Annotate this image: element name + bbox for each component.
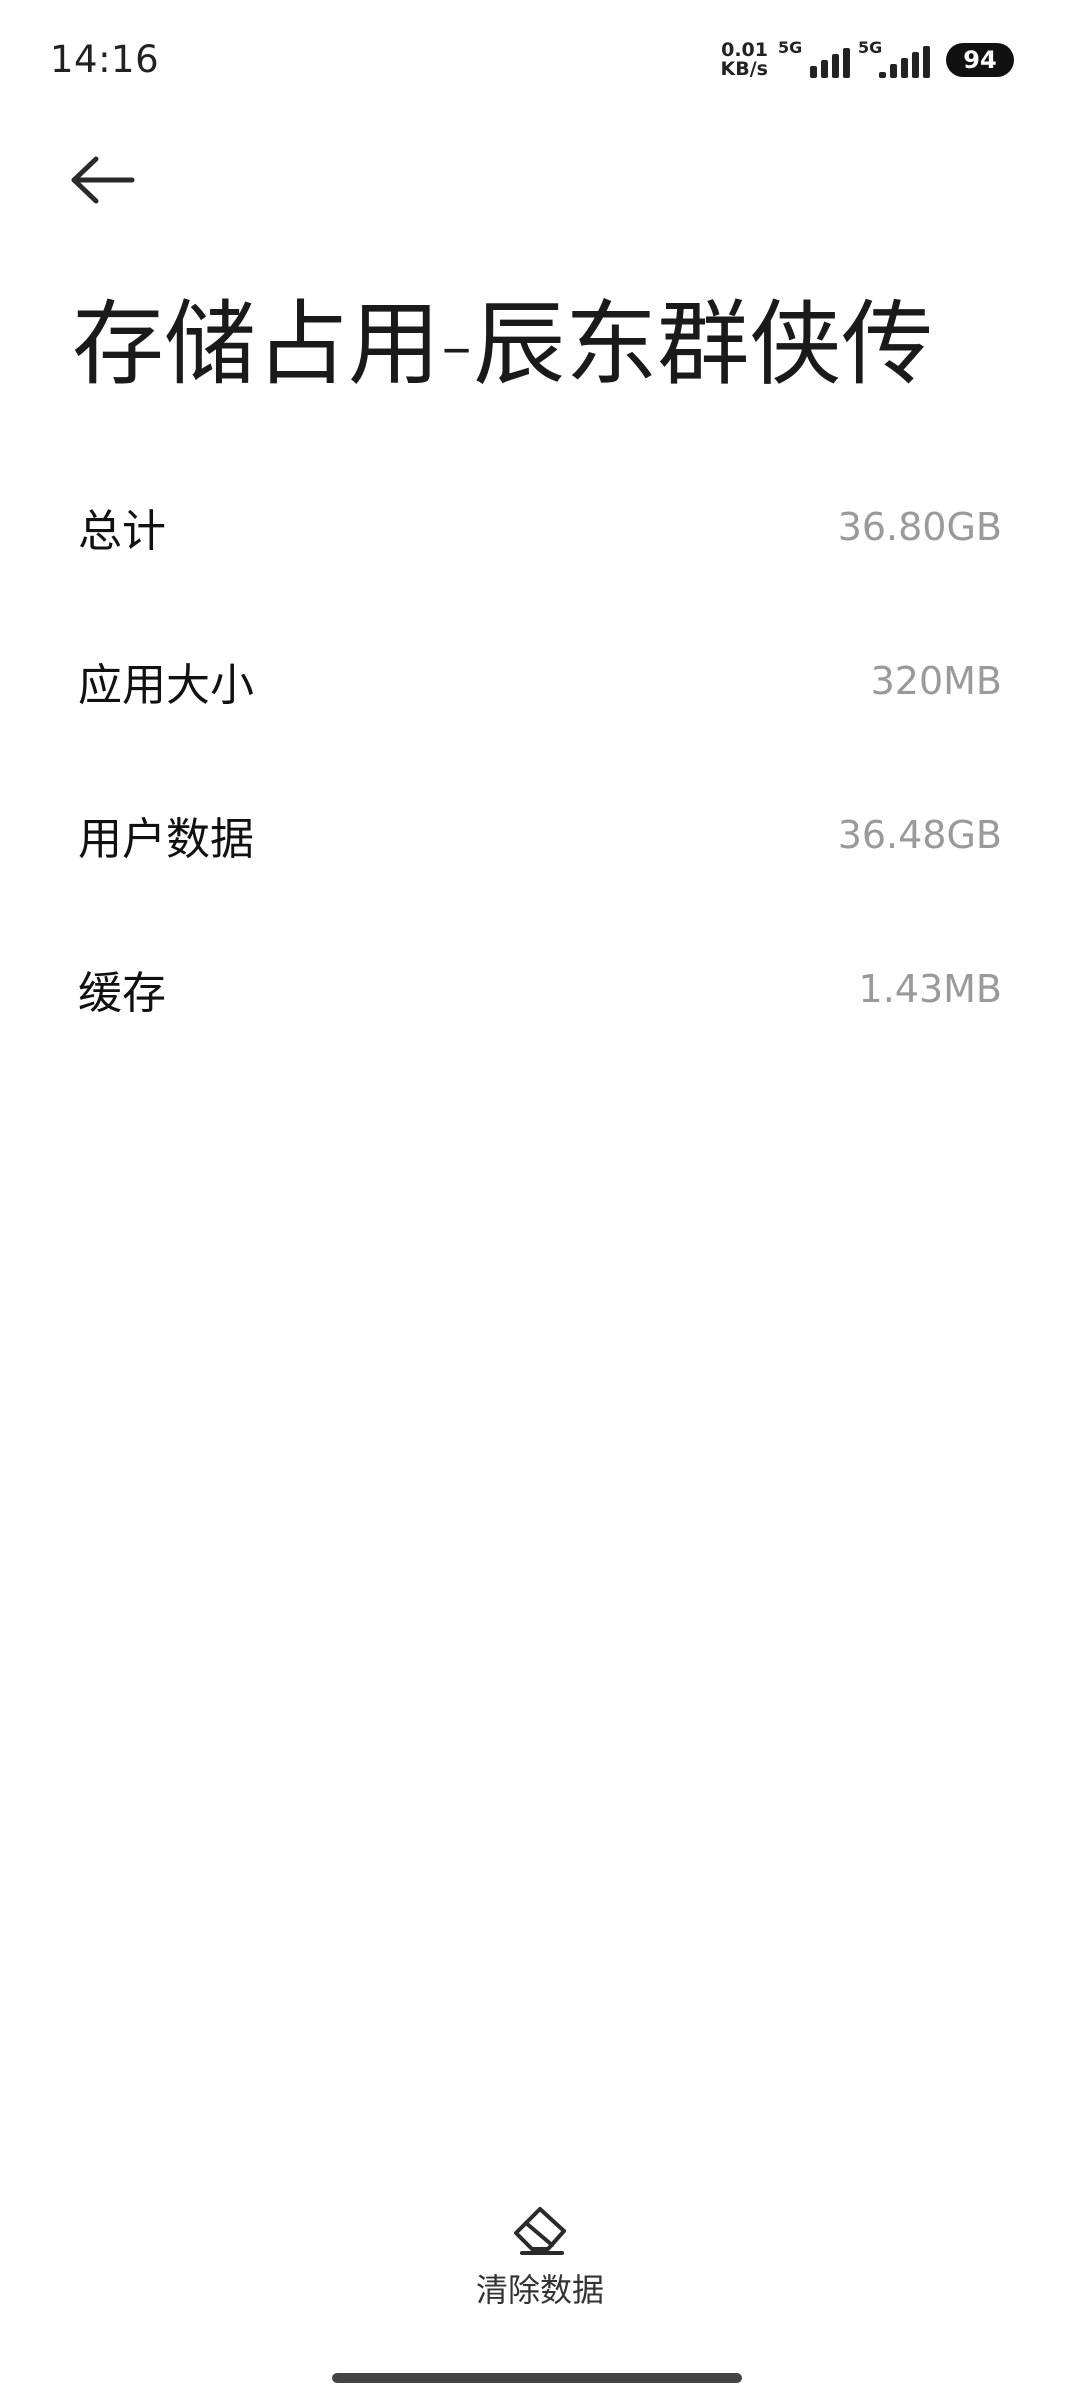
arrow-left-icon — [71, 156, 135, 204]
storage-row-value: 320MB — [870, 659, 1002, 703]
storage-row-cache: 缓存 1.43MB — [78, 912, 1002, 1066]
battery-indicator: 94 — [946, 43, 1014, 77]
storage-row-app-size: 应用大小 320MB — [78, 604, 1002, 758]
storage-row-value: 36.80GB — [837, 505, 1002, 549]
clear-data-label: 清除数据 — [475, 2271, 604, 2309]
status-icons: 0.01 KB/s 5G 5G 94 — [721, 38, 1014, 80]
eraser-icon — [514, 2207, 566, 2255]
storage-row-label: 应用大小 — [78, 660, 254, 711]
storage-row-total: 总计 36.80GB — [78, 450, 1002, 604]
storage-list: 总计 36.80GB 应用大小 320MB 用户数据 36.48GB 缓存 1.… — [78, 450, 1002, 1066]
sim1-signal-icon: 5G — [778, 38, 850, 80]
sim2-signal-icon: 5G — [858, 38, 930, 80]
storage-row-label: 用户数据 — [78, 814, 254, 865]
storage-row-value: 1.43MB — [858, 967, 1002, 1011]
storage-row-value: 36.48GB — [837, 813, 1002, 857]
status-time: 14:16 — [50, 38, 160, 81]
page-title: 存储占用-辰东群侠传 — [72, 291, 934, 398]
network-speed: 0.01 KB/s — [721, 41, 768, 79]
back-button[interactable] — [70, 150, 150, 210]
storage-usage-screen: 14:16 0.01 KB/s 5G 5G 94 存储占用-辰东群侠传 总计 3… — [0, 0, 1080, 2403]
status-bar: 14:16 0.01 KB/s 5G 5G 94 — [0, 0, 1080, 120]
clear-data-button[interactable]: 清除数据 — [440, 2205, 640, 2315]
storage-row-user-data: 用户数据 36.48GB — [78, 758, 1002, 912]
storage-row-label: 缓存 — [78, 968, 166, 1019]
home-indicator[interactable] — [332, 2373, 742, 2383]
storage-row-label: 总计 — [78, 506, 166, 557]
sim1-network-type: 5G — [778, 38, 803, 57]
network-speed-unit: KB/s — [720, 58, 768, 80]
